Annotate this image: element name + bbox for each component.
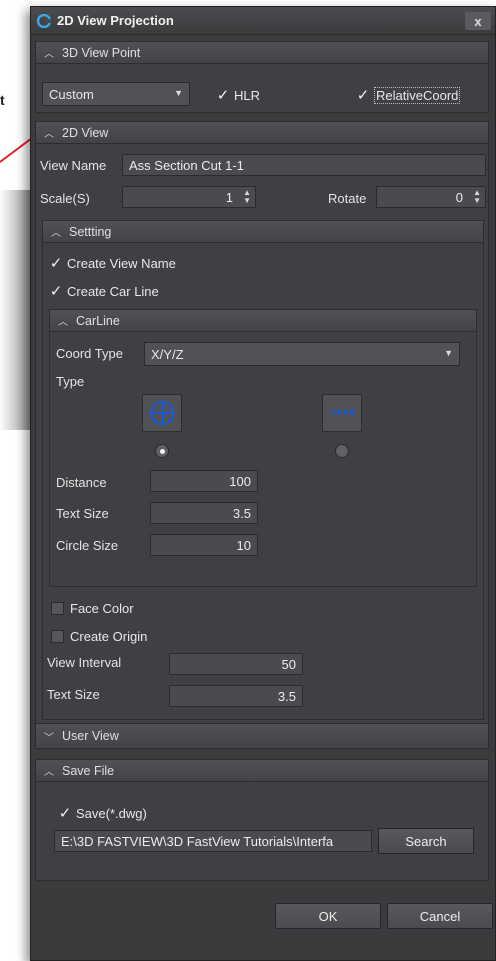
spinner-arrows-icon[interactable]: ▲ ▼ <box>243 189 251 205</box>
create-view-name-checkbox[interactable]: ✓ Create View Name <box>49 254 176 272</box>
type-label: Type <box>56 374 85 389</box>
text-size-input[interactable]: 3.5 <box>169 685 303 707</box>
view-2d-section: ︿ 2D View View Name Ass Section Cut 1-1 … <box>35 121 489 725</box>
rotate-spinbox[interactable]: 0 ▲ ▼ <box>376 186 486 208</box>
distance-input[interactable]: 100 <box>150 470 258 492</box>
chevron-down-icon: ﹀ <box>44 732 54 744</box>
close-button[interactable]: x <box>465 12 491 30</box>
cancel-button[interactable]: Cancel <box>387 903 493 929</box>
checkbox-empty-icon <box>51 602 64 615</box>
scale-value: 1 <box>225 189 233 205</box>
text-size-label: Text Size <box>47 687 100 702</box>
type-circle-option[interactable] <box>142 394 182 432</box>
spinner-arrows-icon[interactable]: ▲ ▼ <box>473 189 481 205</box>
dropdown-arrow-icon: ▼ <box>444 348 453 358</box>
setting-header[interactable]: ︿ Settting <box>43 221 483 243</box>
coord-type-dropdown[interactable]: X/Y/Z ▼ <box>144 342 460 366</box>
relative-coord-checkbox[interactable]: ✓ RelativeCoord <box>356 86 461 104</box>
type-text-option[interactable]: +++X <box>322 394 362 432</box>
view-name-input[interactable]: Ass Section Cut 1-1 <box>122 154 486 176</box>
checkbox-empty-icon <box>51 630 64 643</box>
circle-size-value: 10 <box>236 537 251 553</box>
view-2d-header[interactable]: ︿ 2D View <box>36 122 488 144</box>
user-view-section: ﹀ User View <box>35 723 489 749</box>
save-file-header-label: Save File <box>62 763 115 778</box>
setting-section: ︿ Settting ✓ Create View Name ✓ Create C… <box>42 220 484 720</box>
coord-type-value: X/Y/Z <box>151 346 184 362</box>
view-interval-value: 50 <box>281 656 296 672</box>
projection-dialog: 2D View Projection x ︿ 3D View Point Cus… <box>30 6 496 961</box>
distance-value: 100 <box>229 473 251 489</box>
checkmark-icon: ✓ <box>356 87 370 104</box>
distance-label: Distance <box>56 475 107 490</box>
view-interval-input[interactable]: 50 <box>169 653 303 675</box>
background-text: t <box>0 92 5 108</box>
search-button[interactable]: Search <box>378 828 474 854</box>
checkmark-icon: ✓ <box>49 283 63 300</box>
view-point-header[interactable]: ︿ 3D View Point <box>36 42 488 64</box>
chevron-up-icon: ︿ <box>44 767 54 778</box>
carline-text-size-value: 3.5 <box>232 505 251 521</box>
background-panel <box>0 190 30 430</box>
chevron-up-icon: ︿ <box>44 129 54 140</box>
setting-header-label: Settting <box>69 224 112 239</box>
view-point-section: ︿ 3D View Point Custom ▼ ✓ HLR ✓ Relativ… <box>35 41 489 113</box>
carline-text-size-input[interactable]: 3.5 <box>150 502 258 524</box>
crosshair-circle-icon <box>150 401 174 425</box>
app-logo-icon <box>37 13 51 28</box>
scale-spinbox[interactable]: 1 ▲ ▼ <box>122 186 256 208</box>
carline-section: ︿ CarLine Coord Type X/Y/Z ▼ Type +++X D… <box>49 309 477 587</box>
dropdown-arrow-icon: ▼ <box>174 88 183 98</box>
scale-label: Scale(S) <box>40 191 90 206</box>
type-circle-radio[interactable] <box>155 444 169 458</box>
save-dwg-checkbox[interactable]: ✓ Save(*.dwg) <box>58 804 147 822</box>
text-size-value: 3.5 <box>277 688 296 704</box>
checkmark-icon: ✓ <box>49 255 63 272</box>
create-origin-checkbox[interactable]: Create Origin <box>51 629 147 644</box>
view-name-label: View Name <box>40 158 107 173</box>
create-view-name-label: Create View Name <box>67 255 176 271</box>
type-text-radio[interactable] <box>335 444 349 458</box>
ok-button[interactable]: OK <box>275 903 381 929</box>
save-file-header[interactable]: ︿ Save File <box>36 760 488 782</box>
coord-type-label: Coord Type <box>56 346 123 361</box>
save-file-section: ︿ Save File ✓ Save(*.dwg) E:\3D FASTVIEW… <box>35 759 489 881</box>
hlr-label: HLR <box>234 87 261 103</box>
view-name-value: Ass Section Cut 1-1 <box>129 157 244 173</box>
face-color-label: Face Color <box>70 601 134 616</box>
checkmark-icon: ✓ <box>58 805 72 822</box>
user-view-header-label: User View <box>62 729 119 743</box>
save-path-value: E:\3D FASTVIEW\3D FastView Tutorials\Int… <box>61 833 334 849</box>
carline-header-label: CarLine <box>76 313 120 328</box>
chevron-up-icon: ︿ <box>44 49 54 60</box>
checkmark-icon: ✓ <box>216 87 230 104</box>
view-2d-header-label: 2D View <box>62 125 109 140</box>
chevron-up-icon: ︿ <box>51 228 61 239</box>
circle-size-input[interactable]: 10 <box>150 534 258 556</box>
relative-coord-label: RelativeCoord <box>374 86 461 104</box>
chevron-up-icon: ︿ <box>58 317 68 328</box>
window-title: 2D View Projection <box>57 13 174 28</box>
view-point-value: Custom <box>49 86 94 102</box>
view-point-header-label: 3D View Point <box>62 45 141 60</box>
create-origin-label: Create Origin <box>70 629 148 644</box>
carline-text-size-label: Text Size <box>56 506 109 521</box>
carline-header[interactable]: ︿ CarLine <box>50 310 476 332</box>
save-dwg-label: Save(*.dwg) <box>76 805 147 821</box>
create-car-line-label: Create Car Line <box>67 283 159 299</box>
circle-size-label: Circle Size <box>56 538 119 553</box>
view-interval-label: View Interval <box>47 655 122 670</box>
view-point-dropdown[interactable]: Custom ▼ <box>42 82 190 106</box>
type-text-icon: +++X <box>328 407 356 419</box>
hlr-checkbox[interactable]: ✓ HLR <box>216 86 260 104</box>
save-path-input[interactable]: E:\3D FASTVIEW\3D FastView Tutorials\Int… <box>54 830 372 852</box>
rotate-label: Rotate <box>328 191 367 206</box>
face-color-checkbox[interactable]: Face Color <box>51 601 134 616</box>
user-view-header[interactable]: ﹀ User View <box>36 724 488 748</box>
rotate-value: 0 <box>455 189 463 205</box>
create-car-line-checkbox[interactable]: ✓ Create Car Line <box>49 282 159 300</box>
title-bar[interactable]: 2D View Projection x <box>31 7 495 35</box>
